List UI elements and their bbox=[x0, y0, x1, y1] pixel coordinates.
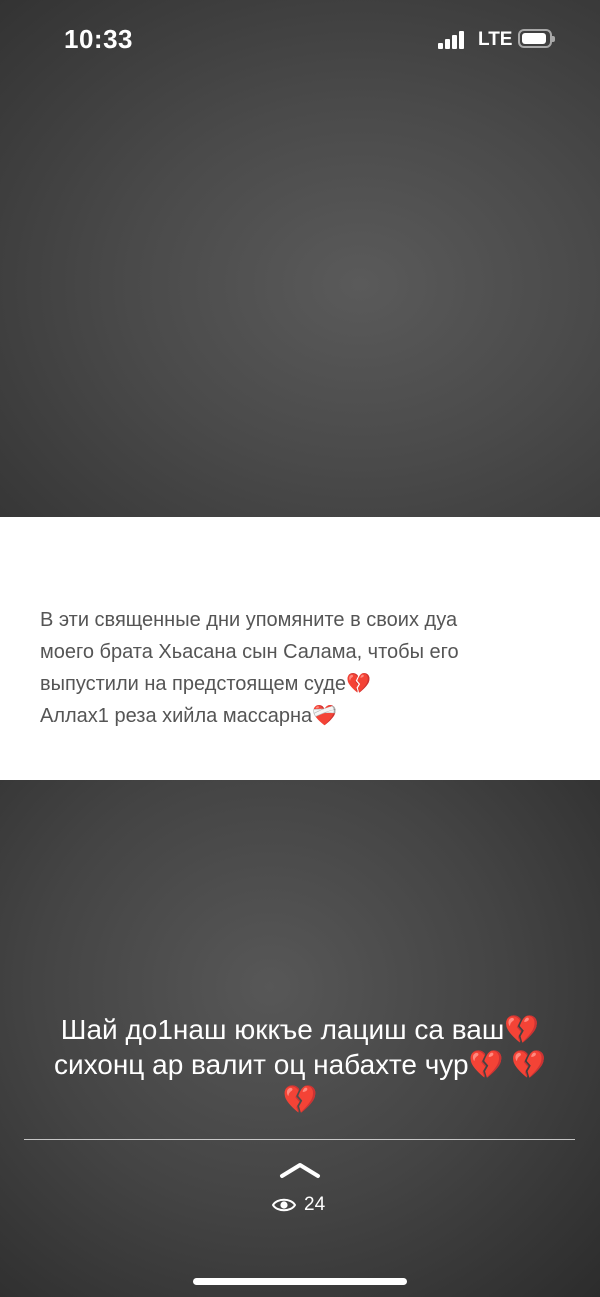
post-text: В эти священные дни упомяните в своих ду… bbox=[40, 604, 570, 732]
network-type: LTE bbox=[478, 29, 513, 50]
caption-line: сихонц ар валит оц набахте чур💔 💔 bbox=[53, 1049, 547, 1080]
eye-icon bbox=[272, 1198, 296, 1212]
status-bar: 10:33 LTE bbox=[0, 0, 600, 80]
post-text-line: В эти священные дни упомяните в своих ду… bbox=[40, 609, 458, 631]
signal-icon bbox=[438, 31, 464, 49]
story-caption: Шай до1наш юккъе лациш са ваш💔 сихонц ар… bbox=[20, 1012, 580, 1117]
shared-post-card[interactable]: В эти священные дни упомяните в своих ду… bbox=[0, 517, 600, 780]
post-text-line: моего брата Хьасана сын Салама, чтобы ег… bbox=[40, 641, 459, 663]
battery-icon bbox=[518, 29, 555, 48]
view-count: 24 bbox=[304, 1194, 326, 1215]
status-time: 10:33 bbox=[64, 24, 133, 54]
caption-line: Шай до1наш юккъе лациш са ваш💔 bbox=[60, 1014, 540, 1045]
caption-line: 💔 bbox=[282, 1084, 318, 1115]
chevron-up-icon[interactable] bbox=[278, 1160, 322, 1180]
home-indicator[interactable] bbox=[193, 1278, 407, 1285]
divider bbox=[24, 1139, 575, 1140]
views-button[interactable]: 24 bbox=[272, 1192, 325, 1218]
post-text-line: выпустили на предстоящем суде💔 bbox=[40, 673, 371, 695]
post-text-line: Аллах1 реза хийла массарна❤️‍🩹 bbox=[40, 705, 338, 727]
